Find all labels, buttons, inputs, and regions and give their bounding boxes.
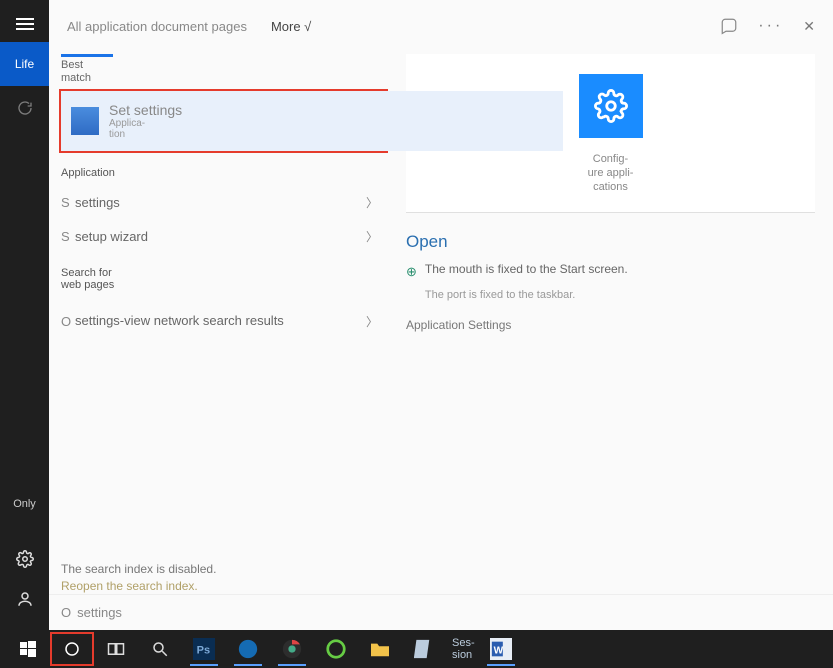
application-settings-link[interactable]: Application Settings <box>406 318 815 332</box>
index-disabled-note: The search index is disabled. <box>59 562 388 577</box>
pin-to-taskbar[interactable]: ⊕ The port is fixed to the taskbar. <box>406 288 815 306</box>
search-icon[interactable] <box>138 632 182 666</box>
svg-text:Ps: Ps <box>197 645 210 657</box>
result-network-search[interactable]: O settings-view network search results 〉 <box>59 297 388 345</box>
gear-icon[interactable] <box>16 550 34 568</box>
taskbar-app-photoshop[interactable]: Ps <box>182 632 226 666</box>
result-setup-wizard[interactable]: S setup wizard 〉 <box>59 219 388 253</box>
filter-all[interactable]: All application document pages <box>67 19 247 34</box>
hamburger-icon[interactable] <box>16 18 34 30</box>
results-column: Best match Set settings Applica- tion Ap… <box>49 52 394 594</box>
section-web: Search for web pages <box>61 267 388 291</box>
taskbar-app-chrome[interactable] <box>270 632 314 666</box>
filter-bar: All application document pages More √ ··… <box>49 0 833 52</box>
reopen-index-link[interactable]: Reopen the search index. <box>59 579 388 594</box>
feedback-icon[interactable] <box>720 17 738 35</box>
best-match-sub-l2: tion <box>109 129 182 140</box>
svg-text:W: W <box>493 646 503 657</box>
search-lead: O <box>61 605 71 620</box>
chevron-right-icon: 〉 <box>366 228 388 245</box>
search-input-row[interactable]: O settings <box>49 594 833 630</box>
taskbar-app-explorer[interactable] <box>358 632 402 666</box>
filter-more[interactable]: More √ <box>271 19 311 34</box>
rail-tile-life-label: Life <box>15 57 34 71</box>
taskbar-app-session[interactable]: Ses- sion <box>446 632 479 666</box>
taskbar-app-notepad[interactable] <box>402 632 446 666</box>
detail-caption-l2: ure appli- <box>588 166 634 180</box>
start-button[interactable] <box>6 632 50 666</box>
left-rail: Life Only <box>0 0 49 630</box>
taskbar: Ps Ses- sion W <box>0 630 833 668</box>
best-match-title: Set settings <box>109 102 182 118</box>
best-match-sub-l1: Applica- <box>109 118 182 129</box>
rail-tile-life[interactable]: Life <box>0 42 49 86</box>
taskbar-app-browser[interactable] <box>314 632 358 666</box>
section-application: Application <box>61 167 388 179</box>
taskbar-app-edge[interactable] <box>226 632 270 666</box>
best-match-tile[interactable]: Set settings Applica- tion <box>59 89 388 153</box>
cortana-button[interactable] <box>50 632 94 666</box>
close-icon[interactable]: ✕ <box>803 18 815 35</box>
settings-app-icon <box>71 107 99 135</box>
task-view-button[interactable] <box>94 632 138 666</box>
chevron-right-icon: 〉 <box>366 194 388 211</box>
search-value: settings <box>77 605 122 620</box>
taskbar-app-word[interactable]: W <box>479 632 523 666</box>
pin-to-start[interactable]: ⊕ The mouth is fixed to the Start screen… <box>406 262 815 280</box>
best-match-header: Best match <box>61 54 388 85</box>
settings-gear-icon <box>579 74 643 138</box>
search-panel: All application document pages More √ ··… <box>49 0 833 630</box>
rail-only-label: Only <box>13 498 36 510</box>
chevron-right-icon: 〉 <box>366 313 388 330</box>
person-icon[interactable] <box>16 590 34 608</box>
result-settings[interactable]: S settings 〉 <box>59 185 388 219</box>
detail-caption-l1: Config- <box>588 152 634 166</box>
open-link[interactable]: Open <box>406 232 815 252</box>
pin-icon: ⊕ <box>406 264 417 280</box>
more-options-icon[interactable]: ··· <box>758 17 783 35</box>
rail-refresh-icon[interactable] <box>17 100 33 116</box>
detail-caption-l3: cations <box>588 180 634 194</box>
